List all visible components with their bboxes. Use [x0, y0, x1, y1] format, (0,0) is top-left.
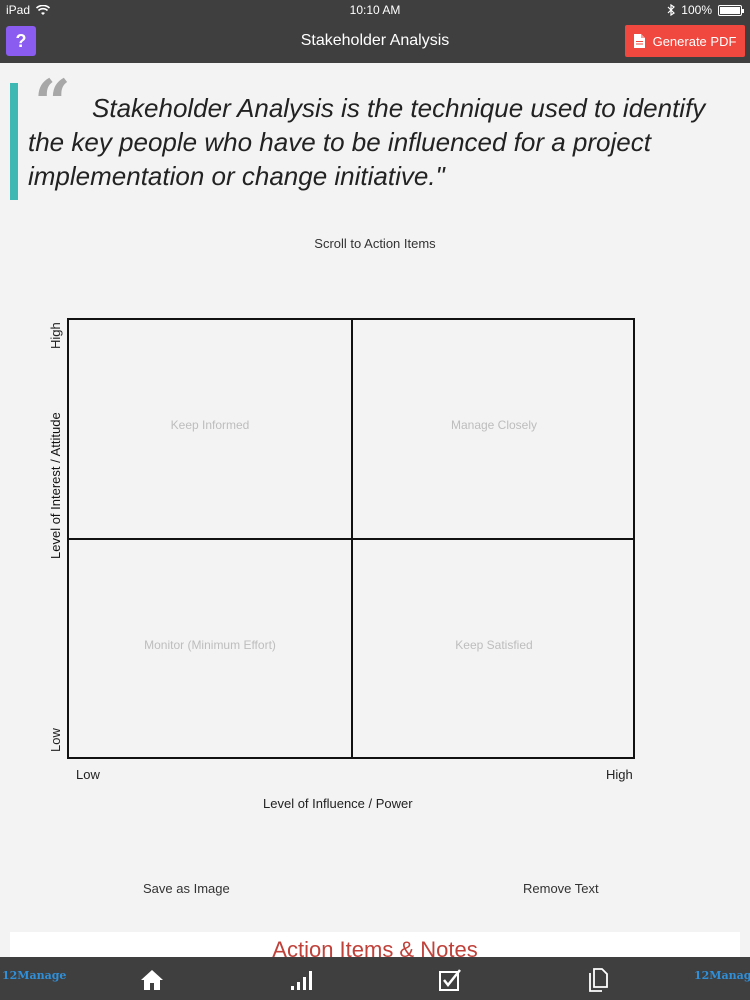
tab-checklist[interactable] — [436, 966, 464, 994]
y-axis-high-label: High — [48, 322, 63, 349]
quadrant-monitor: Monitor (Minimum Effort) — [144, 638, 276, 652]
battery-percent: 100% — [681, 3, 712, 17]
generate-pdf-button[interactable]: Generate PDF — [625, 25, 745, 57]
quadrant-keep-satisfied: Keep Satisfied — [455, 638, 533, 652]
x-axis-label: Level of Influence / Power — [263, 796, 413, 811]
tab-home[interactable] — [138, 966, 166, 994]
brand-left-text: 12Manage — [2, 969, 67, 982]
x-axis-high-label: High — [606, 767, 633, 782]
status-bar: iPad 10:10 AM 100% — [0, 0, 750, 20]
tab-documents[interactable] — [584, 966, 612, 994]
home-icon — [141, 970, 163, 990]
document-icon — [633, 34, 645, 48]
quadrant-keep-informed: Keep Informed — [170, 418, 250, 432]
bluetooth-icon — [667, 4, 676, 16]
battery-fill — [720, 6, 740, 14]
save-as-image-button[interactable]: Save as Image — [143, 881, 230, 896]
battery-icon — [718, 4, 744, 16]
brand-right-text: 12Manage — [694, 969, 750, 982]
chart-icon — [291, 971, 312, 990]
quote-accent-bar — [10, 83, 18, 200]
remove-text-button[interactable]: Remove Text — [523, 881, 599, 896]
y-axis-low-label: Low — [48, 728, 63, 752]
scroll-to-action-items-link[interactable]: Scroll to Action Items — [0, 236, 750, 251]
matrix-horizontal-divider — [69, 538, 633, 540]
brand-logo-left[interactable]: 12Manage — [2, 969, 66, 982]
tab-chart[interactable] — [287, 966, 315, 994]
quote-text: Stakeholder Analysis is the technique us… — [28, 93, 706, 191]
documents-icon — [589, 968, 608, 992]
stakeholder-matrix[interactable]: Keep Informed Manage Closely Monitor (Mi… — [67, 318, 635, 759]
checkbox-icon — [439, 969, 461, 991]
x-axis-low-label: Low — [76, 767, 100, 782]
nav-bar: ? Stakeholder Analysis Generate PDF — [0, 20, 750, 63]
brand-logo-right[interactable]: 12Manage — [694, 969, 750, 982]
generate-pdf-label: Generate PDF — [652, 33, 737, 49]
status-right: 100% — [667, 3, 744, 17]
y-axis-label: Level of Interest / Attitude — [48, 412, 63, 559]
quadrant-manage-closely: Manage Closely — [450, 418, 538, 432]
status-time: 10:10 AM — [349, 3, 401, 17]
tab-bar: 12Manage 12Manage — [0, 957, 750, 1000]
